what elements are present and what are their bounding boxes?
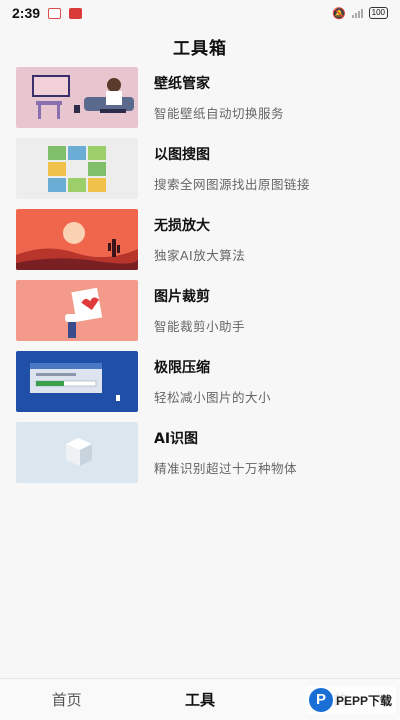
tool-list: 壁纸管家 智能壁纸自动切换服务 以图搜图 搜索全网图源找出原图链接 无损放大 独… — [16, 67, 384, 493]
tool-name: 无损放大 — [154, 218, 210, 234]
tool-item-ai-recognition[interactable]: AI识图 精准识别超过十万种物体 — [16, 422, 384, 483]
battery-icon: 100 — [368, 7, 388, 19]
tool-item-wallpaper[interactable]: 壁纸管家 智能壁纸自动切换服务 — [16, 67, 384, 128]
tool-name: 壁纸管家 — [154, 76, 210, 92]
tool-description: 精准识别超过十万种物体 — [154, 461, 298, 476]
tool-name: 以图搜图 — [154, 147, 210, 163]
signal-icon — [351, 8, 363, 18]
tool-description: 智能壁纸自动切换服务 — [154, 106, 285, 121]
watermark: P PEPP下载 — [304, 686, 396, 714]
upscale-thumbnail — [16, 209, 138, 270]
tool-item-image-search[interactable]: 以图搜图 搜索全网图源找出原图链接 — [16, 138, 384, 199]
ai-recognition-thumbnail — [16, 422, 138, 483]
tool-item-crop[interactable]: 图片裁剪 智能裁剪小助手 — [16, 280, 384, 341]
tool-description: 智能裁剪小助手 — [154, 319, 246, 334]
watermark-text: PEPP下载 — [335, 693, 392, 708]
tool-item-upscale[interactable]: 无损放大 独家AI放大算法 — [16, 209, 384, 270]
nav-home[interactable]: 首页 — [0, 689, 133, 710]
nav-tools[interactable]: 工具 — [133, 689, 266, 710]
tool-name: AI识图 — [154, 431, 199, 447]
tool-description: 轻松减小图片的大小 — [154, 390, 272, 405]
image-search-thumbnail — [16, 138, 138, 199]
page-title: 工具箱 — [173, 39, 227, 59]
watermark-logo-icon: P — [308, 688, 333, 712]
status-time: 2:39 — [12, 5, 41, 21]
tool-item-compress[interactable]: 极限压缩 轻松减小图片的大小 — [16, 351, 384, 412]
compress-thumbnail — [16, 351, 138, 412]
tool-name: 极限压缩 — [154, 360, 210, 376]
app-notification-icon — [69, 7, 83, 19]
tool-name: 图片裁剪 — [154, 289, 210, 305]
status-bar: 2:39 🔕 100 — [0, 0, 400, 26]
wallpaper-thumbnail — [16, 67, 138, 128]
tool-description: 独家AI放大算法 — [154, 248, 246, 263]
tool-description: 搜索全网图源找出原图链接 — [154, 177, 311, 192]
crop-thumbnail — [16, 280, 138, 341]
mute-icon: 🔕 — [331, 6, 346, 20]
gallery-notification-icon — [48, 7, 62, 19]
